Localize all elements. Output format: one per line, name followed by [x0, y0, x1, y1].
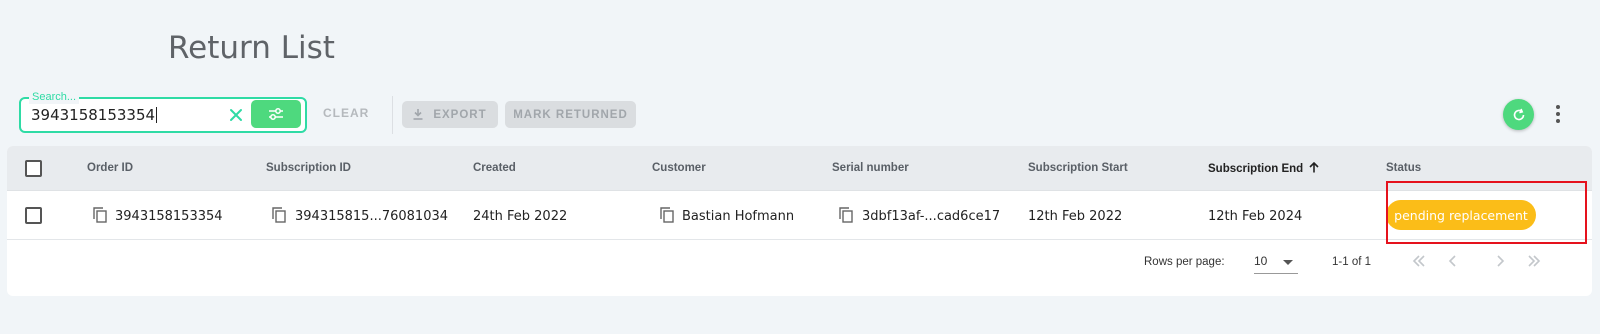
- cell-serial-number: 3dbf13af-...cad6ce17: [862, 209, 1001, 224]
- table-row[interactable]: 3943158153354 394315815...76081034 24th …: [7, 192, 1592, 240]
- cell-subscription-end: 12th Feb 2024: [1208, 209, 1303, 224]
- export-label: EXPORT: [433, 108, 487, 121]
- cell-created: 24th Feb 2022: [473, 209, 568, 224]
- clear-button[interactable]: CLEAR: [323, 106, 369, 120]
- toolbar-divider: [392, 96, 393, 134]
- copy-icon[interactable]: [839, 207, 853, 223]
- sliders-icon: [269, 108, 283, 120]
- pagination-range: 1-1 of 1: [1332, 256, 1371, 268]
- highlight-box: [1386, 181, 1587, 244]
- column-header-status[interactable]: Status: [1386, 162, 1421, 174]
- refresh-icon: [1513, 108, 1524, 120]
- column-header-subscription-end-label: Subscription End: [1208, 163, 1304, 175]
- clear-search-icon[interactable]: [225, 103, 247, 127]
- column-header-subscription-id[interactable]: Subscription ID: [266, 162, 351, 174]
- select-all-checkbox[interactable]: [25, 160, 42, 177]
- table-header: Order ID Subscription ID Created Custome…: [7, 146, 1592, 191]
- sort-ascending-icon: [1309, 161, 1319, 173]
- cell-order-id: 3943158153354: [115, 209, 223, 224]
- column-header-created[interactable]: Created: [473, 162, 516, 174]
- returns-table: Order ID Subscription ID Created Custome…: [7, 146, 1592, 296]
- filter-button[interactable]: [251, 100, 301, 128]
- rows-per-page-label: Rows per page:: [1144, 256, 1225, 268]
- last-page-icon[interactable]: [1523, 250, 1545, 272]
- export-button[interactable]: EXPORT: [402, 101, 498, 128]
- rows-per-page-select[interactable]: 10: [1254, 252, 1298, 274]
- column-header-subscription-start[interactable]: Subscription Start: [1028, 162, 1128, 174]
- row-checkbox[interactable]: [25, 207, 42, 224]
- search-legend: Search...: [29, 90, 80, 104]
- search-field[interactable]: Search... 3943158153354: [19, 90, 307, 133]
- more-options-icon[interactable]: [1553, 102, 1563, 126]
- rows-per-page-value: 10: [1254, 254, 1268, 268]
- previous-page-icon[interactable]: [1442, 250, 1464, 272]
- text-caret: [156, 107, 158, 123]
- copy-icon[interactable]: [272, 207, 286, 223]
- mark-returned-button[interactable]: MARK RETURNED: [505, 101, 636, 128]
- copy-icon[interactable]: [660, 207, 674, 223]
- next-page-icon[interactable]: [1489, 250, 1511, 272]
- column-header-serial-number[interactable]: Serial number: [832, 162, 909, 174]
- column-header-customer[interactable]: Customer: [652, 162, 706, 174]
- search-input-text: 3943158153354: [31, 106, 156, 124]
- copy-icon[interactable]: [93, 207, 107, 223]
- search-input[interactable]: 3943158153354: [31, 106, 158, 124]
- first-page-icon[interactable]: [1408, 250, 1430, 272]
- page-title: Return List: [168, 30, 335, 66]
- column-header-order-id[interactable]: Order ID: [87, 162, 133, 174]
- cell-customer: Bastian Hofmann: [682, 209, 795, 224]
- refresh-button[interactable]: [1503, 99, 1534, 130]
- cell-subscription-start: 12th Feb 2022: [1028, 209, 1123, 224]
- download-icon: [413, 109, 423, 120]
- cell-subscription-id: 394315815...76081034: [295, 209, 449, 224]
- column-header-subscription-end[interactable]: Subscription End: [1208, 161, 1319, 175]
- dropdown-arrow-icon: [1283, 260, 1293, 265]
